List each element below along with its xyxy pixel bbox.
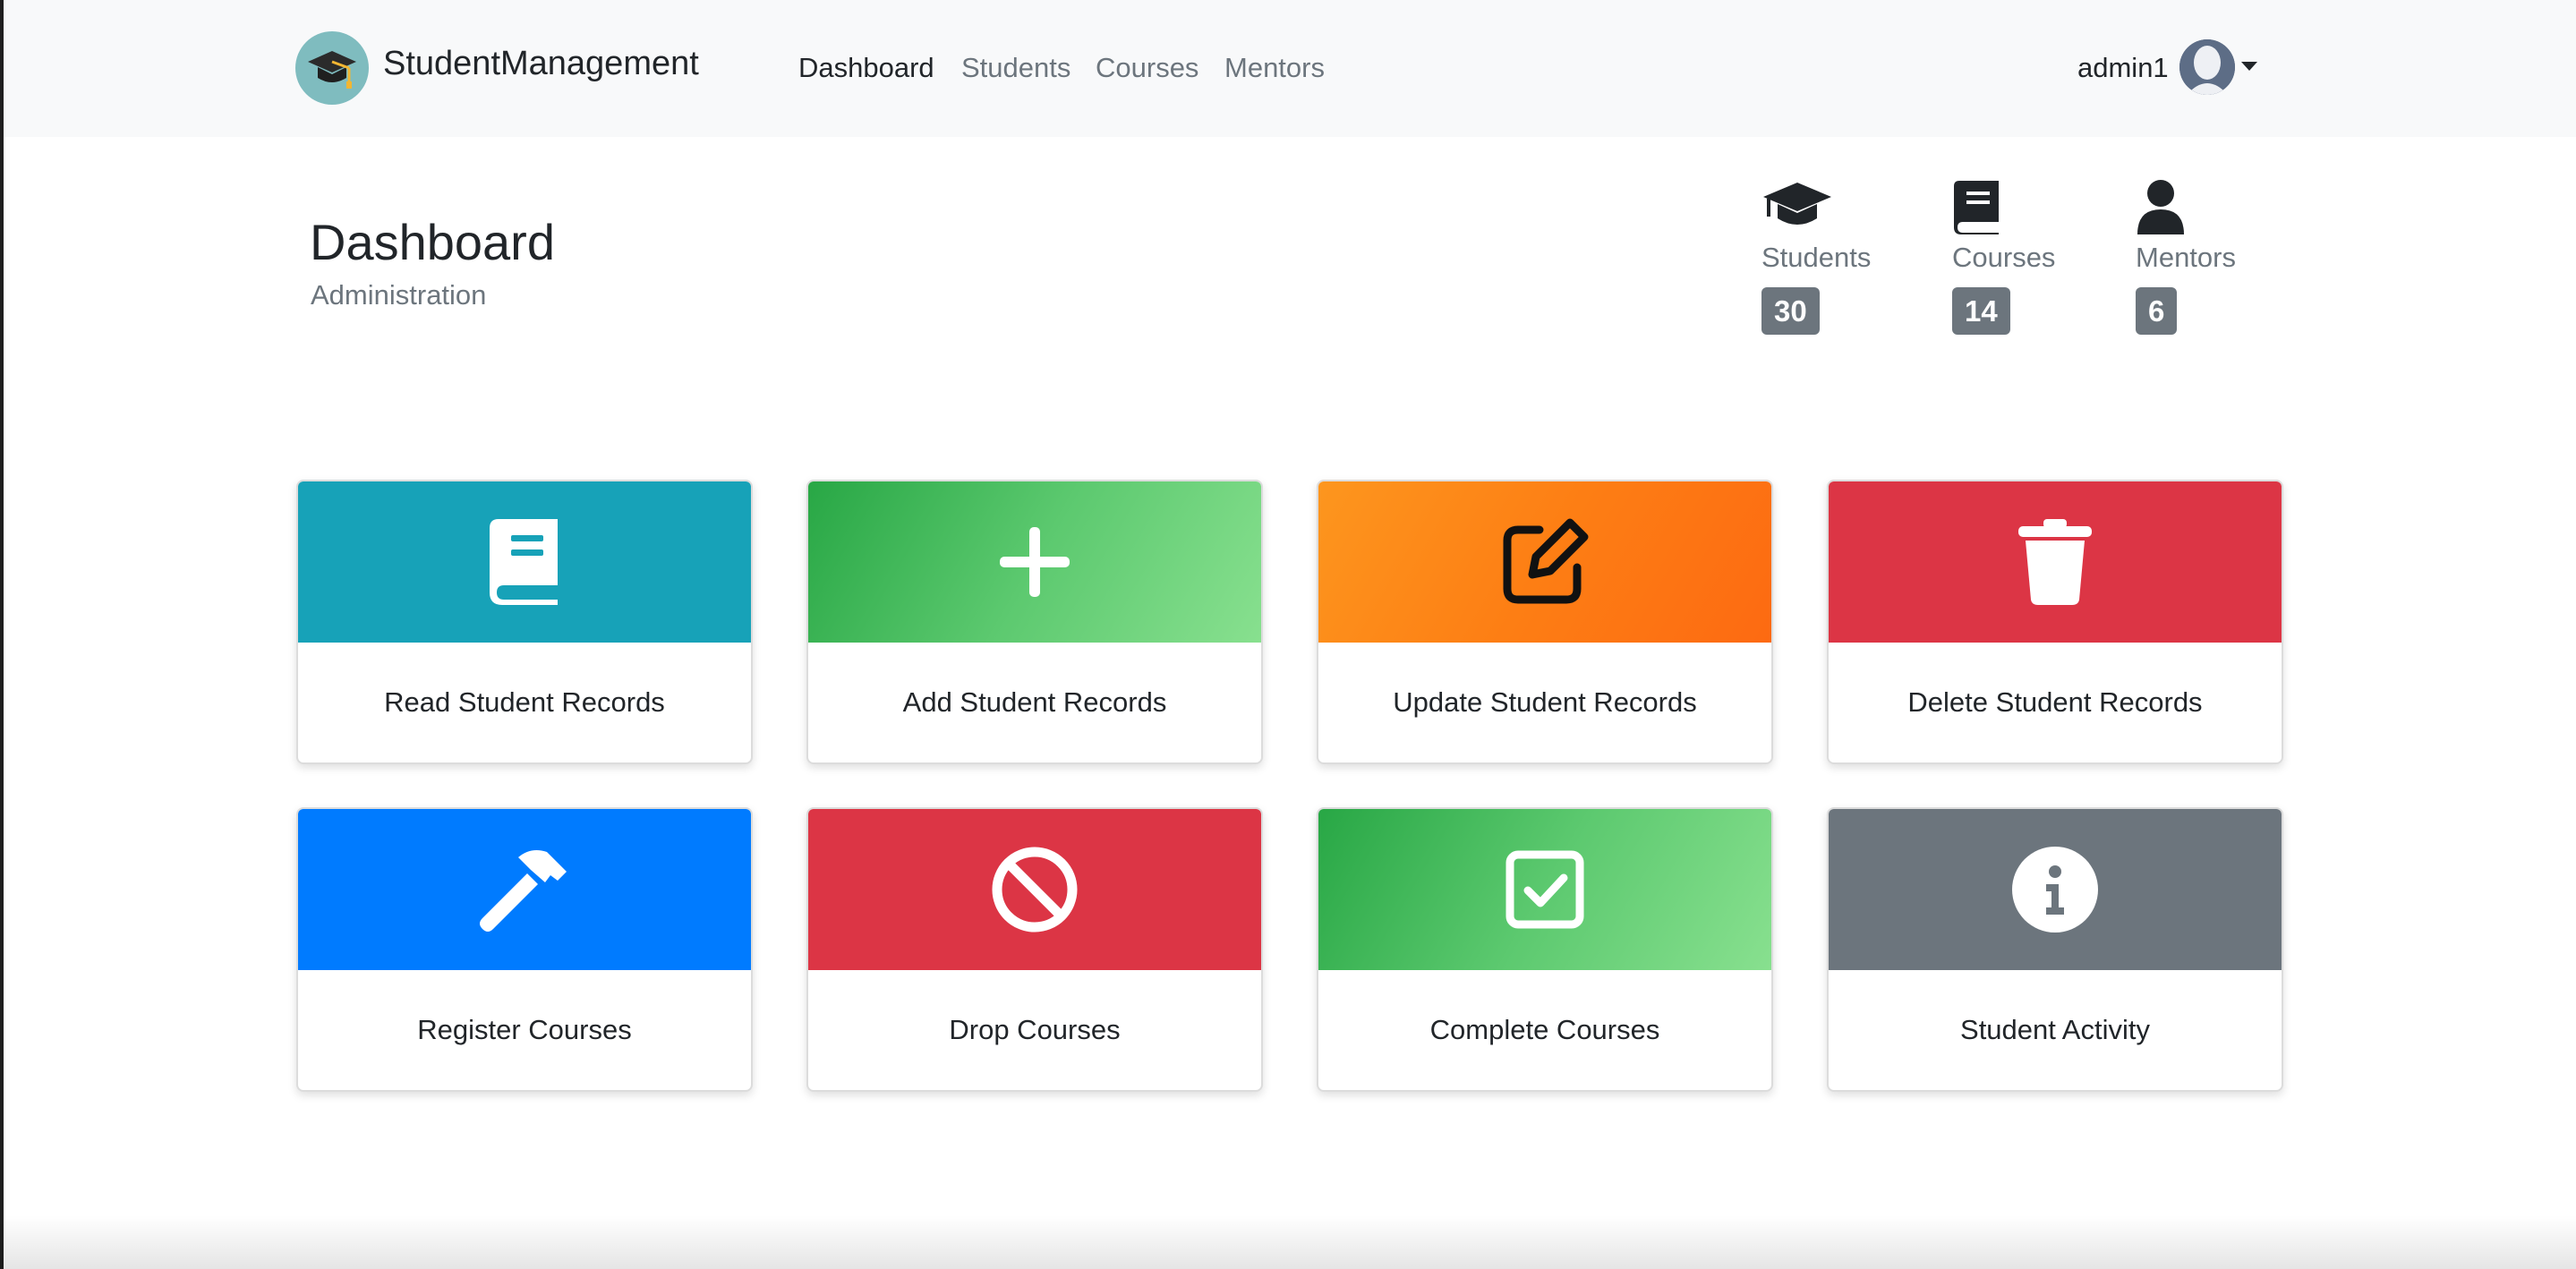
bottom-shadow <box>0 1215 2576 1269</box>
plus-icon <box>1000 527 1070 597</box>
card-drop-courses[interactable]: Drop Courses <box>806 807 1263 1092</box>
book-icon <box>1954 181 1999 234</box>
card-banner <box>1829 481 2282 643</box>
card-banner <box>1318 809 1771 970</box>
stat-count-badge: 6 <box>2136 287 2178 335</box>
card-label: Delete Student Records <box>1907 686 2203 718</box>
card-banner <box>808 481 1261 643</box>
navbar: StudentManagement Dashboard Students Cou… <box>4 0 2576 137</box>
card-banner <box>1318 481 1771 643</box>
card-register-courses[interactable]: Register Courses <box>296 807 753 1092</box>
ban-icon <box>992 847 1078 933</box>
user-avatar-icon <box>2179 39 2235 95</box>
user-name[interactable]: admin1 <box>2077 52 2169 84</box>
nav-link-students[interactable]: Students <box>961 52 1070 84</box>
card-banner <box>1829 809 2282 970</box>
check-square-icon <box>1506 850 1584 929</box>
stat-count-badge: 14 <box>1952 287 2010 335</box>
graduation-cap-icon <box>1763 183 1831 225</box>
nav-link-courses[interactable]: Courses <box>1096 52 1198 84</box>
card-label: Read Student Records <box>384 686 665 718</box>
card-label: Drop Courses <box>949 1014 1121 1045</box>
user-icon <box>2137 180 2184 234</box>
card-label: Complete Courses <box>1429 1014 1660 1045</box>
card-label: Student Activity <box>1960 1014 2150 1045</box>
hammer-icon <box>480 850 567 932</box>
book-icon <box>490 519 558 605</box>
card-complete-courses[interactable]: Complete Courses <box>1317 807 1773 1092</box>
card-delete-student-records[interactable]: Delete Student Records <box>1827 480 2283 764</box>
user-menu-caret-icon[interactable] <box>2241 62 2257 71</box>
card-label: Add Student Records <box>902 686 1167 718</box>
card-banner <box>298 809 751 970</box>
window-edge <box>0 0 4 1269</box>
card-read-student-records[interactable]: Read Student Records <box>296 480 753 764</box>
nav-link-mentors[interactable]: Mentors <box>1224 52 1325 84</box>
page-title: Dashboard <box>310 214 555 270</box>
card-banner <box>298 481 751 643</box>
nav-link-dashboard[interactable]: Dashboard <box>798 52 934 84</box>
card-student-activity[interactable]: Student Activity <box>1827 807 2283 1092</box>
card-label: Register Courses <box>417 1014 632 1045</box>
stat-count-badge: 30 <box>1761 287 1820 335</box>
stat-label: Students <box>1761 242 1872 273</box>
card-banner <box>808 809 1261 970</box>
stat-label: Courses <box>1952 242 2056 273</box>
trash-icon <box>2018 519 2092 605</box>
avatar[interactable] <box>2179 39 2235 95</box>
card-update-student-records[interactable]: Update Student Records <box>1317 480 1773 764</box>
card-label: Update Student Records <box>1393 686 1697 718</box>
stat-label: Mentors <box>2136 242 2236 273</box>
graduation-cap-icon <box>308 51 356 89</box>
info-icon <box>2012 847 2098 933</box>
edit-icon <box>1503 518 1589 604</box>
brand-name[interactable]: StudentManagement <box>383 45 699 83</box>
brand-logo[interactable] <box>295 31 369 105</box>
page-subtitle: Administration <box>311 279 487 311</box>
card-add-student-records[interactable]: Add Student Records <box>806 480 1263 764</box>
